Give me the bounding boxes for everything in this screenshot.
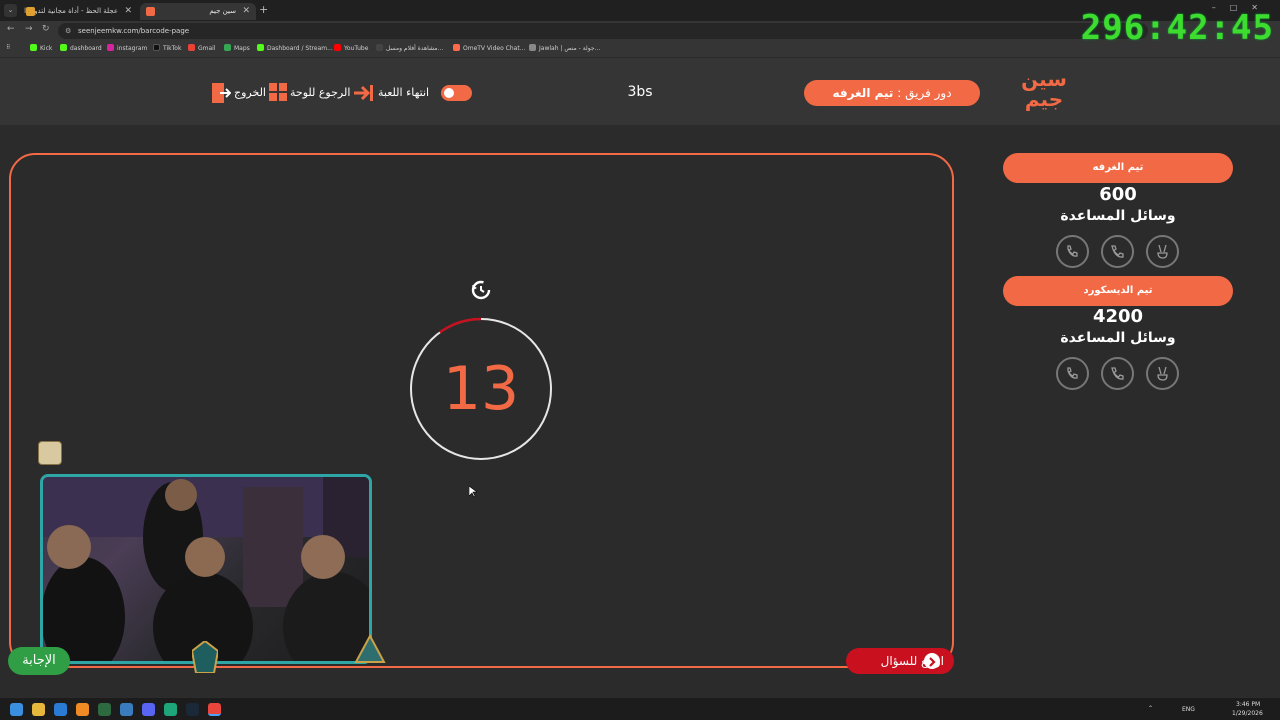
seenjeem-favicon-icon: [146, 7, 155, 16]
steam-icon[interactable]: [186, 703, 199, 716]
input-language[interactable]: ENG: [1182, 706, 1195, 713]
team-2-helpers-label: وسائل المساعدة: [1060, 330, 1176, 346]
tiktok-icon: [153, 44, 160, 51]
tab-title: عجلة الحظ - أداة مجانية لتدوير ا: [24, 7, 118, 15]
ometv-icon: [453, 44, 460, 51]
windows-start-icon[interactable]: [10, 703, 23, 716]
bookmark-youtube[interactable]: YouTube: [334, 44, 368, 52]
tray-chevron-icon[interactable]: ⌃: [1148, 705, 1153, 712]
store-icon[interactable]: [54, 703, 67, 716]
tab-title: سين جيم: [209, 7, 236, 15]
discord-icon[interactable]: [142, 703, 155, 716]
peace-hand-icon: [1157, 366, 1168, 381]
team-1-name: تيم الغرفه: [1003, 153, 1233, 183]
game-name: 3bs: [627, 84, 653, 100]
show-answer-button[interactable]: الإجابة: [8, 647, 70, 675]
reload-icon[interactable]: ↻: [42, 24, 50, 34]
file-explorer-icon[interactable]: [32, 703, 45, 716]
instagram-icon: [107, 44, 114, 51]
end-game-button[interactable]: انتهاء اللعبة: [378, 83, 429, 103]
url-text: seenjeemkw.com/barcode-page: [78, 27, 190, 35]
team-2-call-swap-button[interactable]: [1056, 357, 1089, 390]
kick-icon: [60, 44, 67, 51]
gmail-icon: [188, 44, 195, 51]
photos-icon[interactable]: [120, 703, 133, 716]
url-input[interactable]: ⚙ seenjeemkw.com/barcode-page: [58, 23, 1148, 39]
close-tab-icon[interactable]: ✕: [242, 3, 250, 20]
bookmark-kick[interactable]: Kick: [30, 44, 52, 52]
movies-icon: [376, 44, 383, 51]
team-1-helpers-label: وسائل المساعدة: [1060, 208, 1176, 224]
team-2-score: 4200: [1092, 306, 1144, 327]
wheel-favicon-icon: [26, 7, 35, 16]
webcam-feed: [40, 474, 372, 664]
tab-search-button[interactable]: ⌄: [4, 4, 17, 17]
chevron-right-icon: [924, 653, 940, 669]
team-1-double-button[interactable]: [1146, 235, 1179, 268]
bookmark-maps[interactable]: Maps: [224, 44, 250, 52]
peace-hand-icon: [1157, 244, 1168, 259]
end-game-toggle[interactable]: [441, 85, 472, 101]
new-tab-button[interactable]: +: [259, 3, 268, 16]
youtube-icon: [334, 44, 341, 51]
exit-button[interactable]: الخروج: [234, 83, 266, 103]
mouse-cursor-icon: [469, 486, 477, 498]
arrow-exit-icon[interactable]: [352, 83, 374, 103]
webcam-scene: [43, 477, 369, 661]
clock-time[interactable]: 3:46 PM: [1236, 701, 1260, 708]
bookmark-movies[interactable]: مشاهدة أفلام ومسل...: [376, 44, 443, 52]
team-2-name: تيم الديسكورد: [1003, 276, 1233, 306]
turn-prefix: دور فريق :: [897, 86, 952, 100]
bookmark-stream-dashboard[interactable]: Dashboard / Stream...: [257, 44, 333, 52]
browser-tab-seenjeem[interactable]: سين جيم ✕: [140, 3, 256, 20]
bookmark-instagram[interactable]: instagram: [107, 44, 147, 52]
team-2-call-friend-button[interactable]: [1101, 357, 1134, 390]
grid-board-icon[interactable]: [269, 83, 288, 102]
bookmark-gmail[interactable]: Gmail: [188, 44, 216, 52]
jawlah-icon: [529, 44, 536, 51]
browser-tab-wheel[interactable]: عجلة الحظ - أداة مجانية لتدوير ا ✕: [20, 3, 138, 20]
bookmark-jawlah[interactable]: Jawlah | جولة - منص...: [529, 44, 600, 52]
close-tab-icon[interactable]: ✕: [124, 3, 132, 20]
seenjeem-logo[interactable]: سين جيم: [1018, 69, 1070, 117]
team-1-call-swap-button[interactable]: [1056, 235, 1089, 268]
maps-icon: [224, 44, 231, 51]
phone-swap-icon: [1067, 367, 1078, 379]
door-exit-icon[interactable]: [212, 83, 231, 103]
windows-taskbar: ⌃ ENG 3:46 PM 1/29/2026: [0, 697, 1280, 720]
apps-grid-icon[interactable]: ⠿: [6, 44, 10, 51]
bookmark-tiktok[interactable]: TikTok: [153, 44, 181, 52]
countdown-value: 13: [442, 354, 520, 424]
webcam-frame-corner-icon: [354, 633, 386, 663]
team-1-score: 600: [1099, 184, 1137, 205]
webcam-crown-badge: [38, 441, 62, 465]
webcam-frame-ornament-icon: [192, 641, 218, 673]
toggle-knob: [444, 88, 454, 98]
restart-timer-icon[interactable]: [469, 278, 493, 302]
team-turn-indicator: دور فريق : تيم الغرفه: [804, 80, 980, 106]
back-to-board-button[interactable]: الرجوع للوحة: [290, 83, 350, 103]
back-arrow-icon[interactable]: ←: [7, 24, 15, 34]
forward-arrow-icon[interactable]: →: [25, 24, 33, 34]
phone-icon: [1111, 245, 1124, 258]
back-to-question-button[interactable]: ارجع للسؤال: [846, 648, 954, 674]
bookmark-ometv[interactable]: OmeTV Video Chat...: [453, 44, 525, 52]
edge-icon[interactable]: [164, 703, 177, 716]
stream-timer-overlay: 296:42:45: [1080, 8, 1274, 48]
kick-icon: [30, 44, 37, 51]
turn-team-name: تيم الغرفه: [832, 86, 894, 100]
kick-icon: [257, 44, 264, 51]
team-1-call-friend-button[interactable]: [1101, 235, 1134, 268]
bookmark-dashboard[interactable]: dashboard: [60, 44, 102, 52]
app-a-icon[interactable]: [76, 703, 89, 716]
chrome-icon[interactable]: [208, 703, 221, 716]
clock-date[interactable]: 1/29/2026: [1232, 710, 1263, 717]
team-2-double-button[interactable]: [1146, 357, 1179, 390]
excel-icon[interactable]: [98, 703, 111, 716]
countdown-ring-elapsed: [439, 317, 482, 334]
site-info-icon[interactable]: ⚙: [65, 23, 71, 39]
phone-swap-icon: [1067, 245, 1078, 257]
phone-icon: [1111, 367, 1124, 380]
